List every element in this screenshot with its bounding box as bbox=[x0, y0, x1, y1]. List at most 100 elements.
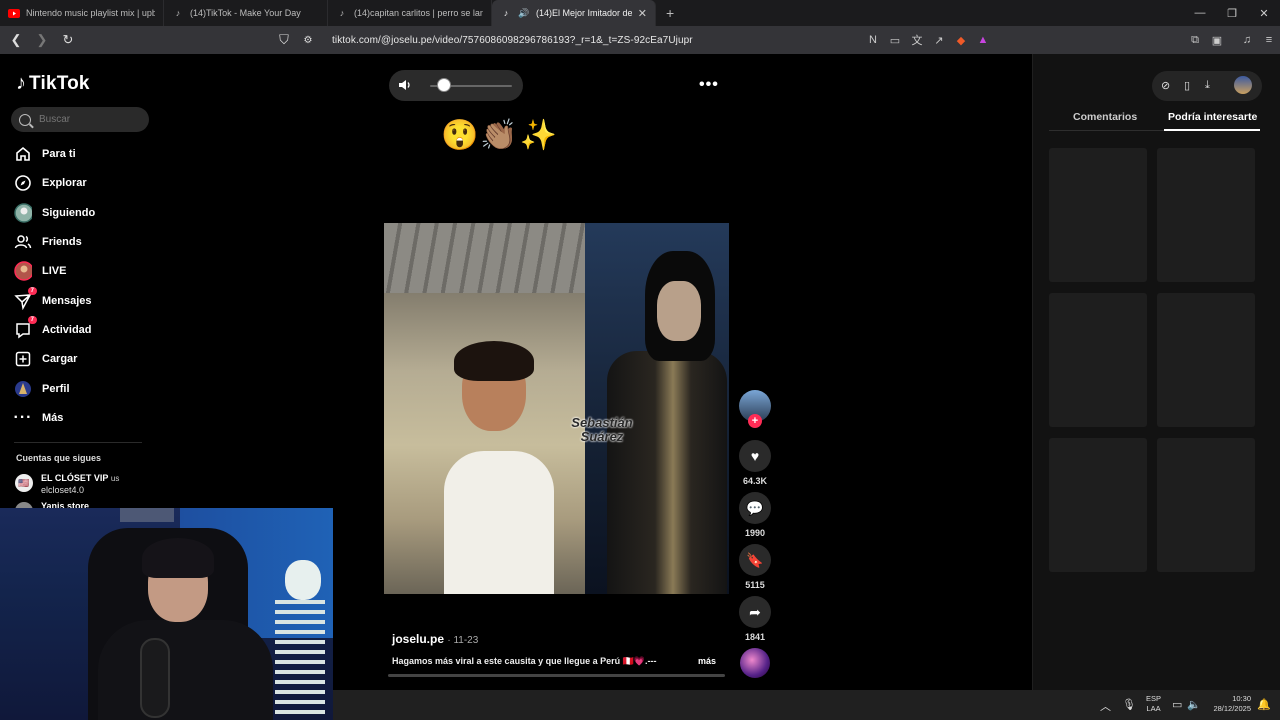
volume-icon[interactable] bbox=[398, 78, 412, 95]
sidebar-item-siguiendo[interactable]: Siguiendo bbox=[14, 202, 95, 224]
restore-icon[interactable]: ❐ bbox=[1216, 7, 1248, 20]
forward-icon[interactable]: ❯ bbox=[32, 30, 52, 50]
followed-account[interactable]: 🇺🇸 EL CLÓSET VIP us elcloset4.0 bbox=[15, 472, 119, 496]
new-tab-button[interactable]: + bbox=[656, 5, 684, 21]
webcam-skeleton-body bbox=[275, 600, 325, 720]
more-description-link[interactable]: más bbox=[698, 656, 716, 666]
suggested-video-thumbnail[interactable] bbox=[1049, 148, 1147, 282]
suggested-video-thumbnail[interactable] bbox=[1049, 438, 1147, 572]
tray-chevron-icon[interactable]: ︿ bbox=[1100, 698, 1111, 714]
reader-icon[interactable]: N bbox=[862, 34, 884, 46]
author-handle[interactable]: joselu.pe bbox=[392, 632, 444, 646]
speaker-icon[interactable]: 🔊 bbox=[518, 7, 530, 19]
search-bar[interactable] bbox=[11, 107, 149, 132]
tiktok-logo[interactable]: ♪ TikTok bbox=[16, 72, 90, 95]
navigation-bar: ❮ ❯ ↻ ⛉ ⚙ tiktok.com/@joselu.pe/video/75… bbox=[0, 26, 1280, 54]
user-avatar[interactable] bbox=[1234, 76, 1252, 94]
brave-shield-icon[interactable]: ◆ bbox=[950, 34, 972, 47]
comment-button[interactable]: 💬 bbox=[739, 492, 771, 524]
account-name-line: EL CLÓSET VIP us bbox=[41, 472, 119, 485]
sidebar-item-label: Mensajes bbox=[42, 295, 92, 307]
network-icon[interactable]: ▭ bbox=[1172, 698, 1182, 711]
back-icon[interactable]: ❮ bbox=[6, 30, 26, 50]
suggested-video-thumbnail[interactable] bbox=[1157, 293, 1255, 427]
speaker-tray-icon[interactable]: 🔈 bbox=[1187, 698, 1201, 711]
following-avatar-icon bbox=[14, 203, 32, 223]
menu-icon[interactable]: ≡ bbox=[1258, 34, 1280, 46]
home-icon bbox=[14, 145, 32, 163]
sidebar-item-label: Actividad bbox=[42, 324, 92, 336]
sidebar-item-label: LIVE bbox=[42, 265, 67, 277]
sidebar-item-actividad[interactable]: 7 Actividad bbox=[14, 316, 92, 341]
follow-plus-icon[interactable]: + bbox=[748, 414, 762, 428]
suggested-video-thumbnail[interactable] bbox=[1049, 293, 1147, 427]
notification-icon[interactable]: 🔔 bbox=[1257, 698, 1271, 711]
video-progress-bar[interactable] bbox=[388, 674, 725, 677]
suggested-video-thumbnail[interactable] bbox=[1157, 438, 1255, 572]
extensions-icon[interactable]: ⧉ bbox=[1184, 34, 1206, 47]
tab-comentarios[interactable]: Comentarios bbox=[1073, 111, 1137, 123]
close-window-icon[interactable]: ✕ bbox=[1248, 7, 1280, 20]
save-button[interactable]: 🔖 bbox=[739, 544, 771, 576]
messages-icon: 7 bbox=[14, 287, 37, 310]
tab-podria-interesarte[interactable]: Podría interesarte bbox=[1168, 111, 1257, 123]
cast-icon[interactable]: ▭ bbox=[884, 34, 906, 47]
language-code: ESP bbox=[1146, 694, 1162, 703]
sidebar-item-label: Más bbox=[42, 412, 64, 424]
more-options-icon[interactable]: ••• bbox=[699, 76, 719, 94]
video-right-frame bbox=[585, 223, 729, 594]
video-roof bbox=[384, 223, 585, 293]
translate-icon[interactable]: 文 bbox=[906, 32, 928, 48]
video-left-frame bbox=[384, 223, 585, 594]
more-icon: ··· bbox=[13, 409, 33, 426]
download-icon[interactable]: ⤓ bbox=[1205, 79, 1210, 92]
share-arrow-icon: ➦ bbox=[749, 603, 761, 620]
sidebar-item-para-ti[interactable]: Para ti bbox=[14, 143, 76, 165]
browser-tab[interactable]: ♪ (14)TikTok - Make Your Day bbox=[164, 0, 328, 26]
microphone-icon[interactable]: 🎙 bbox=[1122, 698, 1136, 711]
input-language[interactable]: ESP LAA bbox=[1146, 694, 1161, 714]
site-settings-icon[interactable]: ⚙ bbox=[298, 30, 318, 50]
volume-slider-handle[interactable] bbox=[436, 78, 451, 92]
music-disc[interactable] bbox=[740, 648, 770, 678]
following-section-title: Cuentas que sigues bbox=[16, 453, 102, 463]
close-tab-icon[interactable]: ✕ bbox=[638, 7, 647, 20]
share-icon[interactable]: ↗ bbox=[928, 34, 950, 47]
phone-icon[interactable]: ▯ bbox=[1184, 79, 1190, 92]
browser-tab-active[interactable]: ♪ 🔊 (14)El Mejor Imitador de Mic ✕ bbox=[492, 0, 656, 26]
sidebar-item-cargar[interactable]: Cargar bbox=[14, 348, 77, 370]
share-button[interactable]: ➦ bbox=[739, 596, 771, 628]
like-button[interactable]: ♥ bbox=[739, 440, 771, 472]
wallet-icon[interactable]: ▣ bbox=[1206, 34, 1228, 47]
sidebar-divider bbox=[14, 442, 142, 443]
video-player[interactable]: Sebastián Suárez bbox=[384, 223, 729, 594]
sidebar-item-friends[interactable]: Friends bbox=[14, 231, 82, 253]
browser-tab[interactable]: Nintendo music playlist mix | upbeat bbox=[0, 0, 164, 26]
sidebar-item-perfil[interactable]: Perfil bbox=[14, 378, 70, 400]
minimize-icon[interactable]: — bbox=[1184, 7, 1216, 19]
media-icon[interactable]: ♫ bbox=[1236, 34, 1258, 46]
browser-tab[interactable]: ♪ (14)capitan carlitos | perro se lanza … bbox=[328, 0, 492, 26]
video-singer-hair bbox=[454, 341, 534, 381]
compass-tool-icon[interactable]: ⊘ bbox=[1161, 79, 1170, 92]
bookmark-icon[interactable]: ⛉ bbox=[274, 30, 294, 50]
system-clock[interactable]: 10:30 28/12/2025 bbox=[1207, 694, 1251, 714]
webcam-overlay bbox=[0, 508, 333, 720]
sidebar-item-explorar[interactable]: Explorar bbox=[14, 172, 87, 194]
sidebar-item-label: Cargar bbox=[42, 353, 78, 365]
sidebar-item-mensajes[interactable]: 7 Mensajes bbox=[14, 287, 92, 312]
url-field[interactable]: tiktok.com/@joselu.pe/video/757608609829… bbox=[332, 35, 693, 46]
sidebar-item-live[interactable]: LIVE bbox=[14, 260, 66, 282]
webcam-streamer-hair bbox=[142, 538, 214, 578]
sidebar-item-label: Siguiendo bbox=[42, 207, 96, 219]
sidebar-item-label: Perfil bbox=[42, 383, 70, 395]
logo-text: TikTok bbox=[29, 72, 90, 94]
sidebar-item-mas[interactable]: ··· Más bbox=[13, 407, 64, 429]
suggested-video-thumbnail[interactable] bbox=[1157, 148, 1255, 282]
caption-line: Suárez bbox=[580, 429, 624, 444]
video-singer bbox=[444, 341, 554, 594]
post-date: 11-23 bbox=[453, 635, 479, 646]
rewards-icon[interactable]: ▲ bbox=[972, 34, 994, 46]
reload-icon[interactable]: ↻ bbox=[58, 30, 78, 50]
search-input[interactable] bbox=[39, 114, 139, 125]
